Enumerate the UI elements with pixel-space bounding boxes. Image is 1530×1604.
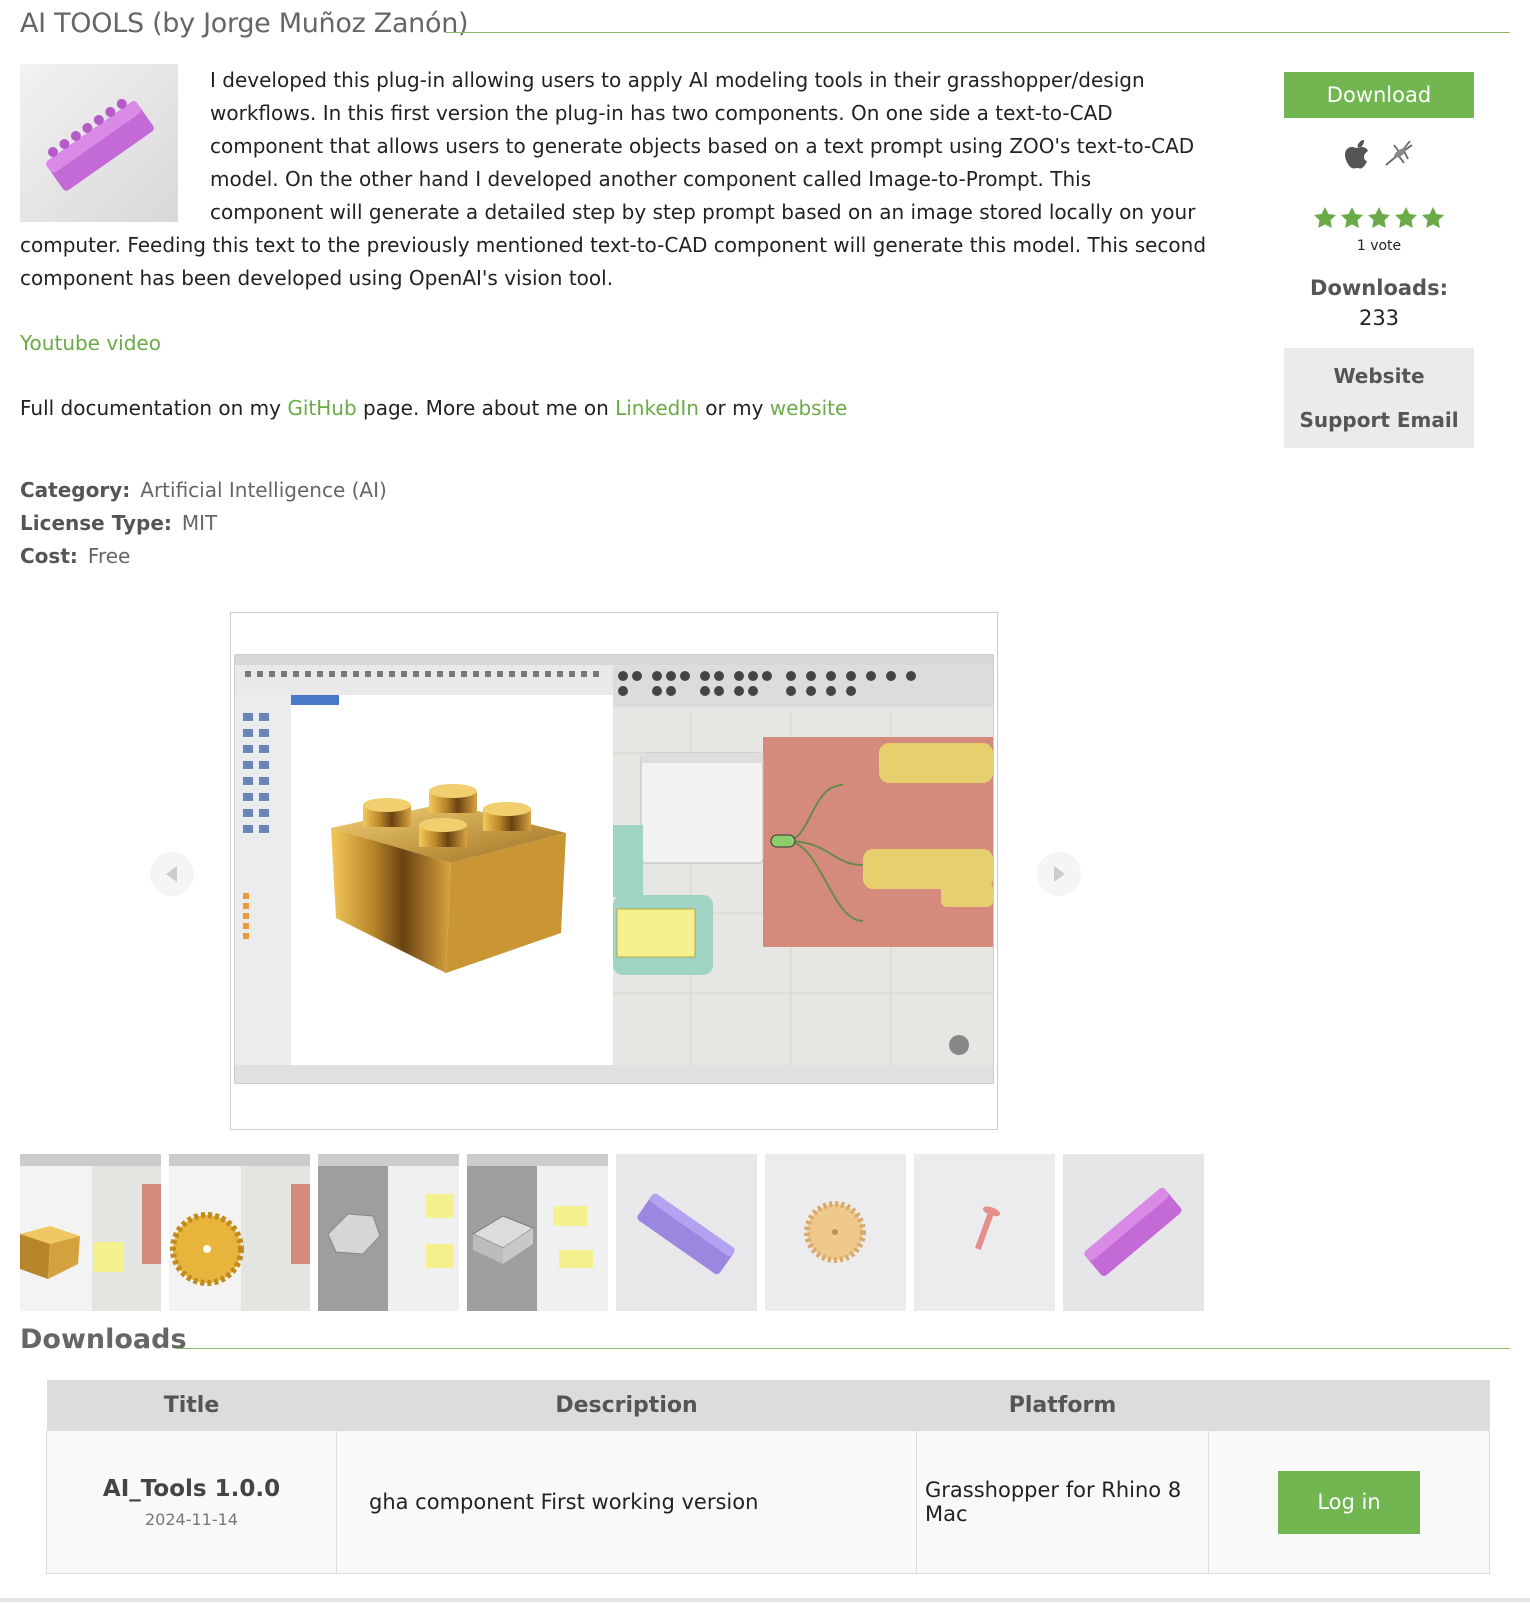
release-action-cell: Log in xyxy=(1208,1430,1490,1574)
platform-icons xyxy=(1284,136,1474,176)
cost-value: Free xyxy=(87,544,131,568)
doc-or: or my xyxy=(705,396,764,420)
column-header-action xyxy=(1208,1380,1490,1431)
gallery-thumbnail[interactable] xyxy=(169,1154,310,1311)
table-header-row: Title Description Platform xyxy=(46,1380,1490,1431)
downloads-section-header: Downloads xyxy=(20,1322,1510,1362)
rating-stars[interactable] xyxy=(1284,206,1474,230)
cost-label: Cost: xyxy=(20,544,78,568)
gallery-thumbnail[interactable] xyxy=(318,1154,459,1311)
star-icon[interactable] xyxy=(1421,206,1445,230)
release-title: AI_Tools 1.0.0 xyxy=(102,1475,281,1502)
links-box: Website Support Email xyxy=(1284,348,1474,448)
apple-icon xyxy=(1342,137,1372,175)
downloads-count: 233 xyxy=(1358,306,1400,330)
column-header-title: Title xyxy=(46,1380,337,1431)
release-date: 2024-11-14 xyxy=(145,1509,238,1529)
vote-count: 1 vote xyxy=(1356,238,1402,254)
column-header-description: Description xyxy=(336,1380,917,1431)
download-button[interactable]: Download xyxy=(1284,72,1474,118)
meta-info: Category: Artificial Intelligence (AI) Li… xyxy=(20,474,387,573)
page-bottom-border xyxy=(0,1598,1530,1602)
license-value: MIT xyxy=(181,511,218,535)
release-title-cell: AI_Tools 1.0.0 2024-11-14 xyxy=(46,1430,337,1574)
gallery-thumbnails xyxy=(20,1154,1204,1311)
downloads-section-title: Downloads xyxy=(20,1324,187,1355)
category-value: Artificial Intelligence (AI) xyxy=(140,478,387,502)
star-icon[interactable] xyxy=(1367,206,1391,230)
gallery-next-button[interactable] xyxy=(1037,852,1081,896)
column-header-platform: Platform xyxy=(916,1380,1209,1431)
release-platform: Grasshopper for Rhino 8 Mac xyxy=(916,1430,1209,1574)
gallery-thumbnail[interactable] xyxy=(467,1154,608,1311)
page-title: AI TOOLS (by Jorge Muñoz Zanón) xyxy=(20,8,469,39)
gallery-thumbnail[interactable] xyxy=(20,1154,161,1311)
doc-prefix: Full documentation on my xyxy=(20,396,281,420)
thumbnail-spacer xyxy=(20,64,210,224)
gallery-prev-button[interactable] xyxy=(150,852,194,896)
doc-middle: page. More about me on xyxy=(363,396,609,420)
github-link[interactable]: GitHub xyxy=(287,396,356,420)
downloads-label: Downloads: xyxy=(1310,276,1448,300)
gallery-thumbnail[interactable] xyxy=(616,1154,757,1311)
gallery-thumbnail[interactable] xyxy=(765,1154,906,1311)
description-block: I developed this plug-in allowing users … xyxy=(20,64,1210,425)
sidebar: Download 1 vote Downloads: 233 Website S… xyxy=(1284,72,1474,448)
login-button[interactable]: Log in xyxy=(1278,1470,1420,1534)
gallery-thumbnail[interactable] xyxy=(1063,1154,1204,1311)
star-icon[interactable] xyxy=(1340,206,1364,230)
star-icon[interactable] xyxy=(1313,206,1337,230)
chevron-left-icon xyxy=(166,866,177,882)
gallery-main-image[interactable] xyxy=(230,612,998,1130)
gallery-thumbnail[interactable] xyxy=(914,1154,1055,1311)
page-header: AI TOOLS (by Jorge Muñoz Zanón) xyxy=(20,6,1510,46)
chevron-right-icon xyxy=(1054,866,1065,882)
table-row: AI_Tools 1.0.0 2024-11-14 gha component … xyxy=(46,1430,1490,1574)
grasshopper-icon xyxy=(1382,139,1416,173)
website-link[interactable]: website xyxy=(770,396,847,420)
title-divider xyxy=(445,32,1510,33)
category-label: Category: xyxy=(20,478,131,502)
website-button[interactable]: Website xyxy=(1284,354,1474,398)
downloads-divider xyxy=(176,1348,1510,1349)
documentation-line: Full documentation on my GitHub page. Mo… xyxy=(20,392,1210,425)
license-label: License Type: xyxy=(20,511,172,535)
support-email-button[interactable]: Support Email xyxy=(1284,398,1474,442)
downloads-table: Title Description Platform AI_Tools 1.0.… xyxy=(46,1380,1490,1574)
release-description: gha component First working version xyxy=(336,1430,917,1574)
youtube-link[interactable]: Youtube video xyxy=(20,331,161,355)
linkedin-link[interactable]: LinkedIn xyxy=(615,396,699,420)
star-icon[interactable] xyxy=(1394,206,1418,230)
